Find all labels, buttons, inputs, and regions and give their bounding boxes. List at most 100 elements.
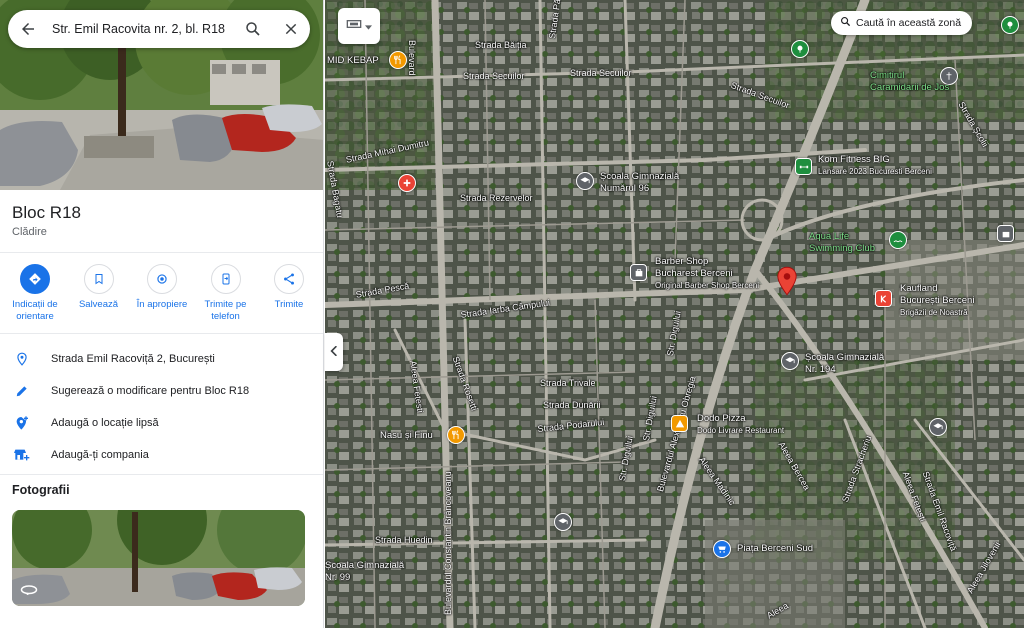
shop-icon[interactable] (997, 225, 1014, 242)
street-label: Strada Dunării (543, 400, 601, 410)
place-title: Bloc R18 (12, 203, 81, 222)
poi-label-sub: Caramidarii de Jos (870, 82, 950, 93)
poi-label-sub: Dodo Livrare Restaurant (697, 426, 785, 435)
place-panel: Str. Emil Racovita nr. 2, bl. R18 Bloc R… (0, 0, 324, 628)
street-label: Strada Rezervelor (460, 193, 533, 203)
bookmark-icon (83, 264, 114, 294)
poi-label-sub: Swimming Club (809, 243, 875, 254)
school-icon[interactable] (929, 418, 947, 436)
poi-label-sub: Original Barber Shop Berceni (655, 281, 760, 290)
send-to-phone-icon (210, 264, 241, 294)
nearby-icon (147, 264, 177, 294)
divider (0, 474, 323, 475)
street-label: Strada Secuilor (570, 68, 632, 78)
suggest-edit-row[interactable]: Sugerează o modificare pentru Bloc R18 (0, 376, 323, 406)
nearby-label: În apropiere (136, 299, 188, 310)
caret-down-icon (365, 17, 372, 35)
directions-button[interactable]: Indicații de orientare (4, 264, 66, 323)
poi-label[interactable]: Kaufland (900, 283, 938, 294)
poi-label[interactable]: Aqua Life (809, 231, 849, 242)
street-label: Bulevard (407, 40, 417, 76)
layers-icon (346, 17, 362, 35)
poi-label-sub: Nr. 99 (325, 572, 351, 583)
search-icon[interactable] (234, 10, 272, 48)
collapse-panel-button[interactable] (325, 333, 343, 371)
search-box[interactable]: Str. Emil Racovita nr. 2, bl. R18 (8, 10, 310, 48)
poi-label[interactable]: Cimitirul (870, 70, 904, 81)
search-this-area-button[interactable]: Caută în această zonă (831, 11, 973, 35)
search-icon (840, 16, 851, 30)
market-icon[interactable] (713, 540, 731, 558)
nearby-button[interactable]: În apropiere (131, 264, 193, 323)
place-category: Clădire (12, 226, 47, 238)
chevron-left-icon (330, 343, 338, 361)
directions-icon (20, 264, 50, 294)
street-label: Bulevardul Constantin Brâncoveanu (443, 471, 453, 615)
save-button[interactable]: Salvează (68, 264, 130, 323)
street-view-360-icon (20, 582, 38, 600)
close-icon[interactable] (272, 10, 310, 48)
address-row[interactable]: Strada Emil Racoviță 2, București (0, 344, 323, 374)
photos-heading: Fotografii (12, 483, 70, 497)
selected-place-pin-icon[interactable] (776, 266, 798, 301)
restaurant-poi-icon[interactable] (447, 426, 465, 444)
send-to-phone-button[interactable]: Trimite pe telefon (195, 264, 257, 323)
poi-label[interactable]: Școala Gimnazială (600, 171, 679, 182)
satellite-map[interactable]: Strada Băiția Strada Pădurea Bulevard St… (325, 0, 1024, 628)
pencil-icon (0, 384, 44, 398)
poi-label-sub: Brigăzii de Noastră (900, 308, 968, 317)
divider (0, 252, 323, 253)
send-to-phone-label: Trimite pe telefon (204, 299, 247, 322)
poi-label-sub: București Berceni (900, 295, 975, 306)
poi-label[interactable]: MID KEBAP (327, 55, 379, 66)
map-layers-button[interactable] (338, 8, 380, 44)
fitness-icon[interactable] (795, 158, 812, 175)
poi-label[interactable]: Dodo Pizza (697, 413, 746, 424)
poi-label[interactable]: Piața Berceni Sud (737, 543, 813, 554)
school-icon[interactable] (576, 172, 594, 190)
poi-label-sub: Lansare 2023 Bucuresti Berceni (818, 167, 932, 176)
poi-label[interactable]: Barber Shop (655, 256, 708, 267)
street-label: Strada Băiția (475, 40, 527, 50)
pizza-icon[interactable] (671, 415, 688, 432)
park-icon[interactable] (791, 40, 809, 58)
hospital-icon[interactable] (398, 174, 416, 192)
school-icon[interactable] (554, 513, 572, 531)
poi-label-sub: Numărul 96 (600, 183, 650, 194)
poi-label-sub: Bucharest Berceni (655, 268, 733, 279)
add-business-row[interactable]: Adaugă-ți compania (0, 440, 323, 470)
add-business-icon (0, 447, 44, 463)
shop-icon[interactable] (630, 264, 647, 281)
share-icon (274, 264, 304, 294)
search-this-area-label: Caută în această zonă (856, 17, 962, 29)
park-icon[interactable] (1001, 16, 1019, 34)
suggest-edit-text: Sugerează o modificare pentru Bloc R18 (51, 385, 250, 397)
address-text: Strada Emil Racoviță 2, București (51, 353, 215, 365)
divider (0, 333, 323, 334)
back-arrow-icon[interactable] (8, 10, 48, 48)
search-input[interactable]: Str. Emil Racovita nr. 2, bl. R18 (48, 22, 234, 36)
add-missing-place-text: Adaugă o locație lipsă (51, 417, 159, 429)
poi-label[interactable]: Școala Gimnazială (325, 560, 404, 571)
action-bar: Indicații de orientare Salvează În aprop… (4, 264, 320, 323)
school-icon[interactable] (781, 352, 799, 370)
restaurant-poi-icon[interactable] (389, 51, 407, 69)
pool-icon[interactable] (889, 231, 907, 249)
poi-label[interactable]: Școala Gimnazială (805, 352, 884, 363)
street-label: Strada Secuilor (463, 71, 525, 81)
street-label: Strada Huedin (375, 535, 433, 545)
location-pin-icon (0, 351, 44, 367)
poi-label[interactable]: Nasu și Finu (380, 430, 433, 441)
directions-label: Indicații de orientare (12, 299, 58, 322)
poi-label-sub: Nr. 194 (805, 364, 836, 375)
poi-label[interactable]: Kom Fitness BIG (818, 154, 890, 165)
street-label: Strada Trivale (540, 378, 596, 388)
save-label: Salvează (78, 299, 119, 310)
share-button[interactable]: Trimite (258, 264, 320, 323)
add-location-icon (0, 415, 44, 431)
photo-thumbnail[interactable] (12, 510, 305, 606)
share-label: Trimite (274, 299, 304, 310)
shopping-icon[interactable] (875, 290, 892, 307)
add-business-text: Adaugă-ți compania (51, 449, 149, 461)
add-missing-place-row[interactable]: Adaugă o locație lipsă (0, 408, 323, 438)
